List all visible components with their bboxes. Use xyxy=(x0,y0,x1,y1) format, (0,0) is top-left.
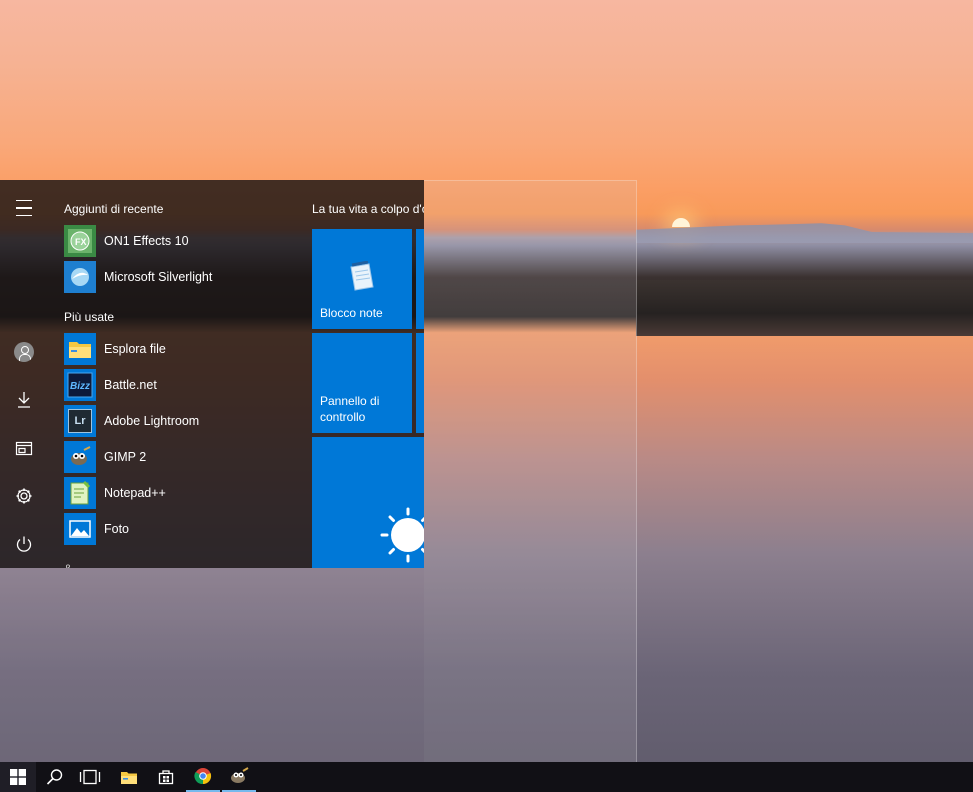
app-item-battlenet[interactable]: Bizz Battle.net xyxy=(64,369,304,401)
task-view-icon xyxy=(79,769,101,785)
tile-label: Blocco note xyxy=(320,306,383,320)
next-group-header: & xyxy=(64,562,72,568)
notepadpp-icon xyxy=(64,477,96,509)
start-menu-expanded-area xyxy=(424,180,637,762)
taskbar xyxy=(0,762,973,792)
app-item-notepadpp[interactable]: Notepad++ xyxy=(64,477,304,509)
task-view-button[interactable] xyxy=(73,762,107,792)
app-item-foto[interactable]: Foto xyxy=(64,513,304,545)
app-item-on1-effects[interactable]: FX ON1 Effects 10 xyxy=(64,225,304,257)
svg-text:Bizz: Bizz xyxy=(70,381,90,392)
app-label: GIMP 2 xyxy=(104,450,147,464)
power-icon xyxy=(16,536,32,552)
silverlight-icon xyxy=(64,261,96,293)
taskbar-chrome[interactable] xyxy=(186,762,220,792)
wallpaper-sun xyxy=(672,218,690,227)
download-icon xyxy=(18,392,30,408)
gear-icon xyxy=(16,488,32,504)
user-avatar-icon xyxy=(14,342,34,362)
app-item-silverlight[interactable]: Microsoft Silverlight xyxy=(64,261,304,293)
start-menu-panel: Aggiunti di recente FX ON1 Effects 10 Mi… xyxy=(0,180,424,568)
gimp-icon xyxy=(64,441,96,473)
tile-weather[interactable] xyxy=(312,437,424,568)
notepad-icon xyxy=(350,261,374,291)
taskbar-file-explorer[interactable] xyxy=(111,762,147,792)
folder-icon xyxy=(121,771,137,784)
start-rail xyxy=(0,180,48,568)
user-account-button[interactable] xyxy=(8,336,40,368)
hamburger-menu-button[interactable] xyxy=(8,192,40,224)
lightroom-icon: Lr xyxy=(64,405,96,437)
tile-notepad[interactable]: Blocco note xyxy=(312,229,412,329)
svg-text:FX: FX xyxy=(75,237,87,247)
recent-apps-header: Aggiunti di recente xyxy=(64,202,164,216)
file-explorer-rail-button[interactable] xyxy=(8,432,40,464)
sun-icon xyxy=(380,507,424,563)
app-item-gimp[interactable]: GIMP 2 xyxy=(64,441,304,473)
tiles-group-header: La tua vita a colpo d'occhio xyxy=(312,202,424,216)
search-icon xyxy=(46,769,63,785)
windows-logo-icon xyxy=(10,769,26,785)
battlenet-icon: Bizz xyxy=(64,369,96,401)
chrome-icon xyxy=(194,768,212,785)
tile-partial-1[interactable] xyxy=(416,229,424,329)
app-label: Microsoft Silverlight xyxy=(104,270,213,284)
app-label: Notepad++ xyxy=(104,486,166,500)
app-label: Battle.net xyxy=(104,378,157,392)
tile-partial-2[interactable] xyxy=(416,333,424,433)
start-button[interactable] xyxy=(0,762,36,792)
app-item-file-explorer[interactable]: Esplora file xyxy=(64,333,304,365)
start-menu-lower-area xyxy=(0,568,424,762)
most-used-header: Più usate xyxy=(64,310,115,324)
gimp-icon xyxy=(231,767,249,783)
app-label: Esplora file xyxy=(104,342,166,356)
explorer-icon xyxy=(15,441,33,456)
downloads-button[interactable] xyxy=(8,384,40,416)
tile-control-panel[interactable]: Pannello di controllo xyxy=(312,333,412,433)
start-menu: Aggiunti di recente FX ON1 Effects 10 Mi… xyxy=(0,180,637,762)
app-label: ON1 Effects 10 xyxy=(104,234,189,248)
store-icon xyxy=(158,770,174,785)
settings-button[interactable] xyxy=(8,480,40,512)
search-button[interactable] xyxy=(38,762,72,792)
wallpaper-beach xyxy=(636,280,973,336)
tile-label: Pannello di controllo xyxy=(320,394,380,424)
photos-icon xyxy=(64,513,96,545)
taskbar-store[interactable] xyxy=(148,762,184,792)
app-label: Adobe Lightroom xyxy=(104,414,200,428)
folder-icon xyxy=(64,333,96,365)
app-label: Foto xyxy=(104,522,130,536)
taskbar-gimp[interactable] xyxy=(222,762,256,792)
power-button[interactable] xyxy=(8,528,40,560)
on1-effects-icon: FX xyxy=(64,225,96,257)
lightroom-logo: Lr xyxy=(68,409,92,433)
app-item-lightroom[interactable]: Lr Adobe Lightroom xyxy=(64,405,304,437)
